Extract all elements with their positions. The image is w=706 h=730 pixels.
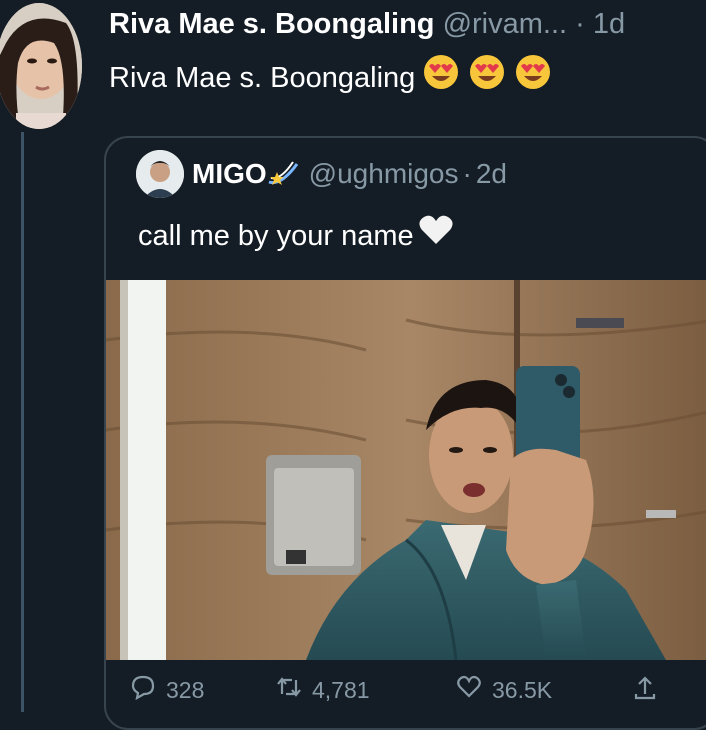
heart-eyes-emoji: [421, 52, 461, 103]
quoted-tweet-time[interactable]: 2d: [476, 158, 507, 190]
quoted-tweet-text-content: call me by your name: [138, 219, 414, 252]
quoted-tweet-card[interactable]: MIGO @ughmigos · 2d call me by your name: [104, 136, 706, 730]
author-avatar[interactable]: [0, 3, 82, 129]
reply-button[interactable]: 328: [130, 674, 204, 706]
like-heart-icon: [456, 674, 482, 706]
reply-count: 328: [166, 676, 205, 703]
retweet-button[interactable]: 4,781: [276, 674, 370, 706]
retweet-icon: [276, 674, 302, 706]
share-icon: [632, 674, 658, 706]
thread-line: [21, 132, 24, 712]
quoted-tweet-photo[interactable]: [106, 280, 706, 660]
tweet-text: Riva Mae s. Boongaling: [109, 52, 553, 103]
retweet-count: 4,781: [312, 676, 370, 703]
author-name[interactable]: Riva Mae s. Boongaling: [109, 8, 435, 40]
quoted-tweet-text: call me by your name: [138, 214, 454, 257]
quoted-author-name[interactable]: MIGO: [192, 158, 267, 190]
author-handle[interactable]: @rivam...: [443, 8, 568, 40]
shooting-star-emoji: [267, 156, 301, 193]
retweet-header: Riva Mae s. Boongaling @rivam... · 1d: [109, 6, 706, 42]
quoted-tweet-header: MIGO @ughmigos · 2d: [136, 150, 507, 198]
heart-eyes-emoji: [467, 52, 507, 103]
reply-icon: [130, 674, 156, 706]
like-count: 36.5K: [492, 676, 553, 703]
tweet-text-content: Riva Mae s. Boongaling: [109, 61, 416, 94]
time-separator: ·: [575, 8, 585, 40]
quoted-author-avatar[interactable]: [136, 150, 184, 198]
quoted-author-handle[interactable]: @ughmigos: [309, 158, 459, 190]
quoted-time-separator: ·: [462, 158, 472, 189]
heart-eyes-emoji: [513, 52, 553, 103]
like-button[interactable]: 36.5K: [456, 674, 552, 706]
tweet-time[interactable]: 1d: [593, 8, 625, 40]
share-button[interactable]: [632, 674, 658, 706]
white-heart-emoji: [418, 214, 454, 257]
